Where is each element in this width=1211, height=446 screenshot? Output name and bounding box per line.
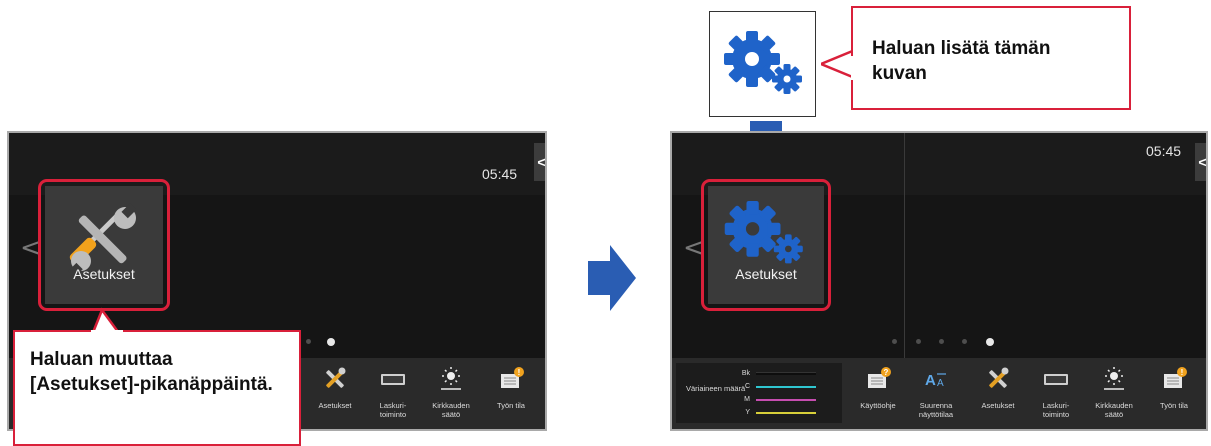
right-screen: 05:45 < < Asetukset Väriaineen määrä Bk …: [670, 131, 1208, 431]
counter-icon: [1044, 374, 1068, 385]
clock: 05:45: [1146, 143, 1182, 159]
toner-row: M: [738, 396, 816, 403]
manual-icon: ?: [868, 367, 891, 388]
toner-level: [756, 398, 816, 401]
screen-divider: [904, 133, 905, 358]
job-status-icon: !: [1164, 367, 1187, 388]
toner-level: [756, 385, 816, 388]
quick-item-enlarge[interactable]: A A Suurenna näyttötilaa: [908, 365, 964, 419]
callout-line: Haluan muuttaa: [30, 349, 173, 370]
toner-row: Bk: [738, 370, 816, 377]
quick-item-label: Asetukset: [318, 401, 352, 410]
toner-row: Y: [738, 409, 816, 416]
job-status-icon: !: [501, 367, 524, 388]
clock: 05:45: [482, 166, 518, 182]
toner-level: [756, 372, 816, 375]
toner-label: Väriaineen määrä: [686, 384, 746, 393]
toner-key: Y: [745, 409, 750, 416]
quick-item-label: Laskuri- toiminto: [379, 401, 407, 419]
page-dot[interactable]: [892, 339, 897, 344]
quick-item-counter[interactable]: Laskuri- toiminto: [1028, 365, 1084, 419]
toner-key: C: [744, 383, 750, 390]
highlight-frame: [38, 179, 170, 311]
callout-line: kuvan: [872, 63, 927, 84]
gears-icon: [724, 31, 802, 94]
quick-item-label: Kirkkauden säätö: [1095, 401, 1133, 419]
quick-item-job-status[interactable]: ! Työn tila: [1146, 365, 1202, 410]
quick-item-settings[interactable]: Asetukset: [307, 365, 363, 410]
quick-item-label: Laskuri- toiminto: [1042, 401, 1070, 419]
quick-item-brightness[interactable]: Kirkkauden säätö: [1086, 365, 1142, 419]
quick-item-brightness[interactable]: Kirkkauden säätö: [423, 365, 479, 419]
quick-item-manual[interactable]: ? Käyttöohje: [850, 365, 906, 410]
quick-item-settings[interactable]: Asetukset: [970, 365, 1026, 410]
quick-item-label: Työn tila: [497, 401, 525, 410]
svg-text:!: !: [518, 368, 521, 377]
svg-text:A: A: [937, 378, 944, 389]
page-dot-active[interactable]: [327, 338, 335, 346]
highlight-frame: [701, 179, 831, 311]
callout-line: [Asetukset]-pikanäppäintä.: [30, 374, 273, 395]
quick-item-counter[interactable]: Laskuri- toiminto: [365, 365, 421, 419]
toner-key: M: [744, 396, 750, 403]
quick-item-label: Asetukset: [981, 401, 1015, 410]
toner-panel: Väriaineen määrä Bk C M Y: [676, 363, 842, 423]
side-panel-tab[interactable]: <: [1195, 143, 1206, 181]
add-image-callout: Haluan lisätä tämän kuvan: [851, 6, 1131, 110]
new-icon-box: [709, 11, 816, 117]
callout-line: Haluan lisätä tämän: [872, 38, 1051, 59]
quick-item-job-status[interactable]: ! Työn tila: [483, 365, 539, 410]
page-dot[interactable]: [306, 339, 311, 344]
brightness-icon: [1104, 367, 1124, 390]
callout-join: [851, 56, 854, 80]
side-panel-tab[interactable]: <: [534, 143, 545, 181]
svg-text:?: ?: [884, 368, 889, 377]
arrow-right-icon: [588, 245, 636, 311]
quick-item-label: Käyttöohje: [860, 401, 896, 410]
page-dot-active[interactable]: [986, 338, 994, 346]
text-enlarge-icon: A A: [925, 372, 946, 389]
page-dot[interactable]: [916, 339, 921, 344]
callout-join: [91, 330, 123, 333]
toner-row: C: [738, 383, 816, 390]
wrench-screwdriver-icon: [989, 367, 1009, 388]
change-shortcut-callout: Haluan muuttaa [Asetukset]-pikanäppäintä…: [13, 330, 301, 446]
brightness-icon: [441, 367, 461, 390]
page-dot[interactable]: [939, 339, 944, 344]
quick-item-label: Suurenna näyttötilaa: [918, 401, 954, 419]
wrench-screwdriver-icon: [326, 367, 346, 388]
toner-key: Bk: [741, 370, 750, 377]
svg-text:A: A: [925, 372, 936, 389]
svg-text:!: !: [1181, 368, 1184, 377]
page-dot[interactable]: [962, 339, 967, 344]
quick-item-label: Työn tila: [1160, 401, 1188, 410]
toner-level: [756, 411, 816, 414]
counter-icon: [381, 374, 405, 385]
quick-item-label: Kirkkauden säätö: [432, 401, 470, 419]
